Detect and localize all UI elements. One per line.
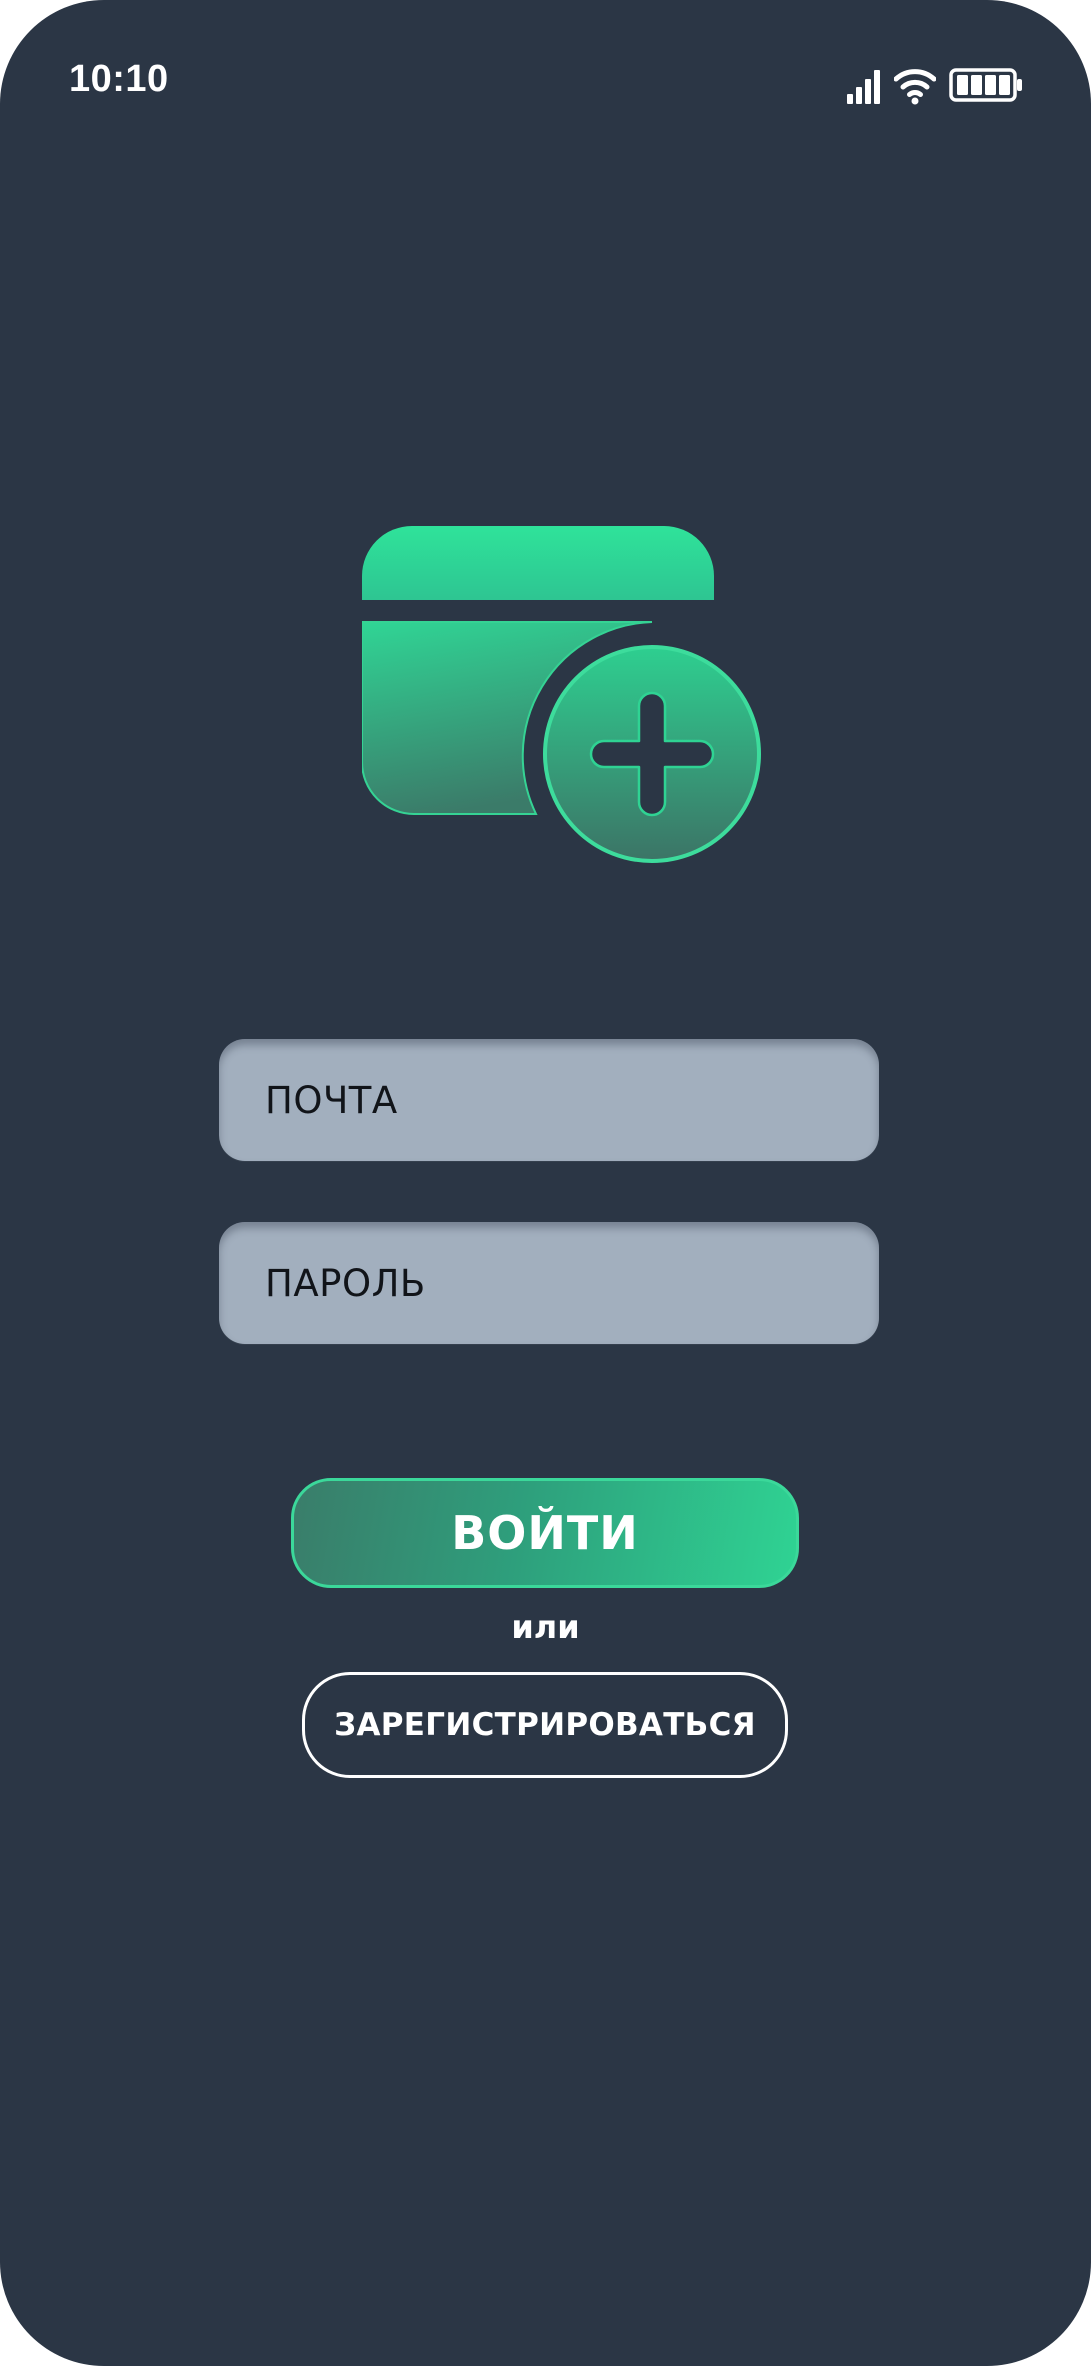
phone-screen: 10:10 ПОЧТА ПАРОЛЬ ВОЙТИ или ЗАРЕГИСТРИР… xyxy=(0,0,1091,2366)
login-button[interactable]: ВОЙТИ xyxy=(291,1478,799,1588)
status-icons xyxy=(846,66,1026,106)
register-button-label: ЗАРЕГИСТРИРОВАТЬСЯ xyxy=(334,1707,756,1743)
register-button[interactable]: ЗАРЕГИСТРИРОВАТЬСЯ xyxy=(302,1672,788,1778)
battery-icon xyxy=(949,68,1022,102)
email-placeholder: ПОЧТА xyxy=(265,1078,398,1122)
password-field[interactable]: ПАРОЛЬ xyxy=(219,1222,879,1344)
password-placeholder: ПАРОЛЬ xyxy=(265,1261,426,1305)
email-field[interactable]: ПОЧТА xyxy=(219,1039,879,1161)
status-time: 10:10 xyxy=(69,58,169,100)
login-button-label: ВОЙТИ xyxy=(451,1506,639,1560)
wifi-icon xyxy=(894,69,936,105)
cellular-signal-icon xyxy=(847,70,880,104)
wallet-add-icon xyxy=(362,526,761,863)
or-separator: или xyxy=(511,1608,580,1646)
